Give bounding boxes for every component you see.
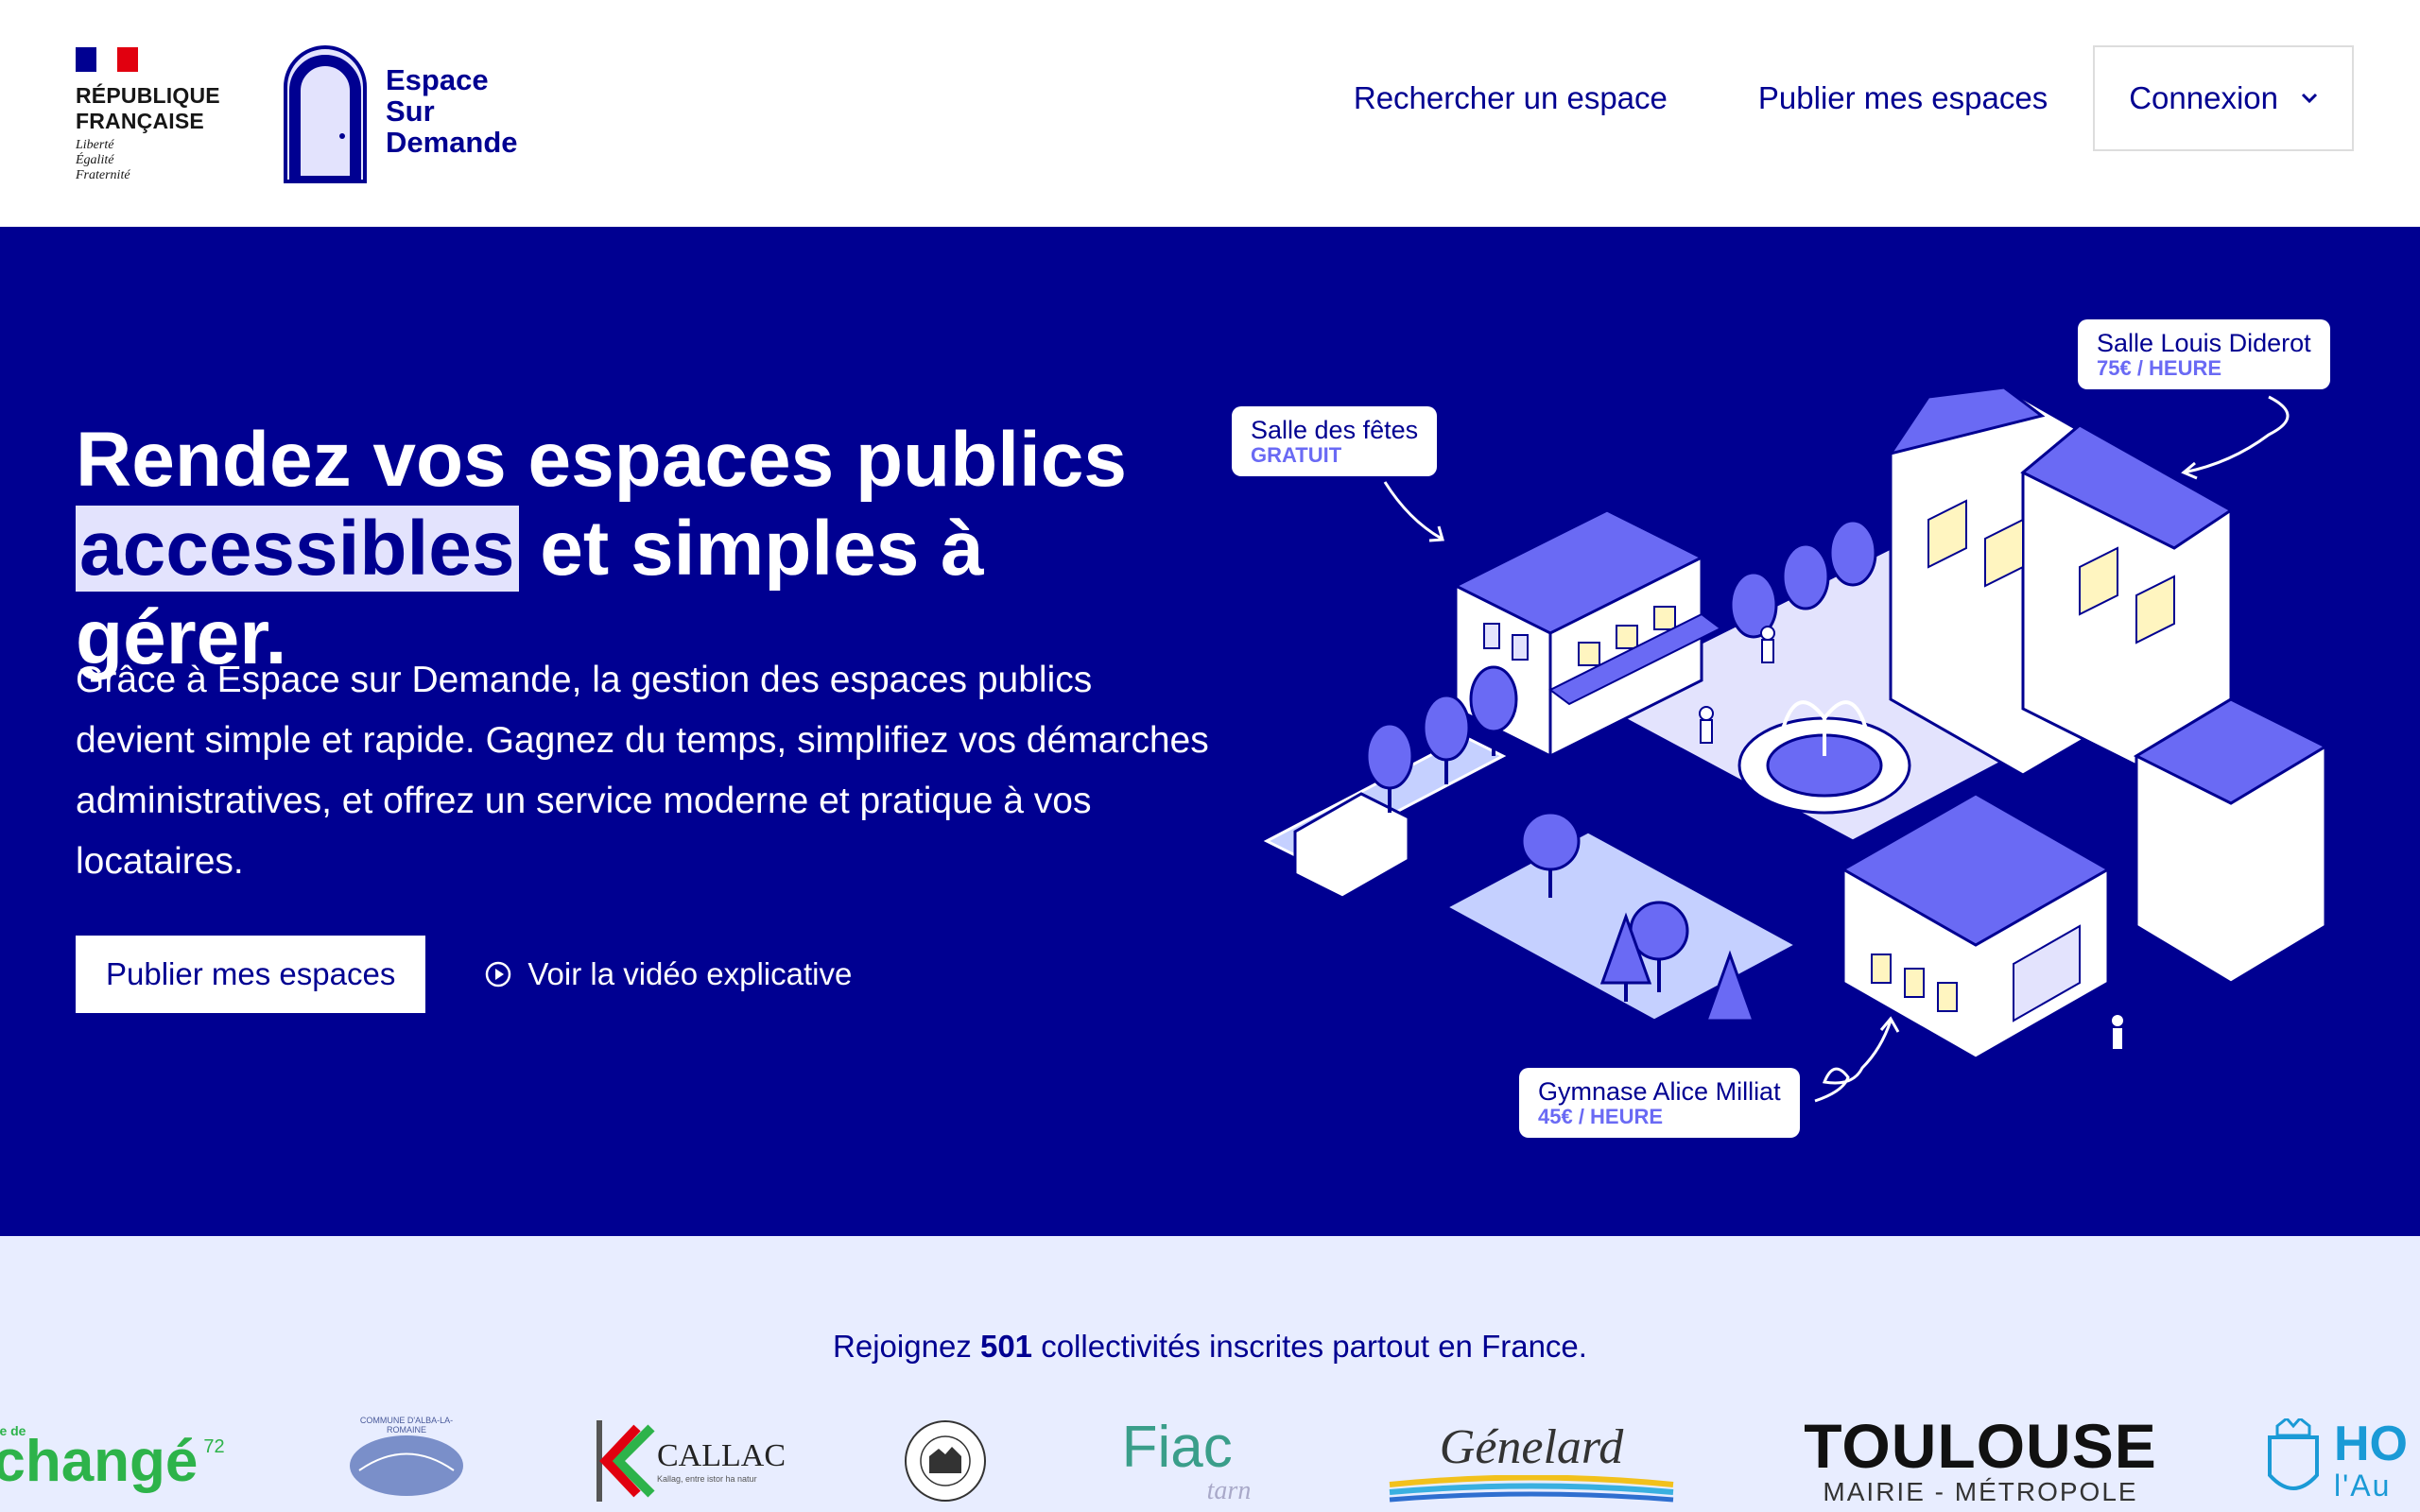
callout-name: Salle des fêtes: [1251, 416, 1419, 444]
logo-change-sup: 72: [203, 1435, 225, 1457]
republique-francaise-logo[interactable]: RÉPUBLIQUE FRANÇAISE Liberté Égalité Fra…: [76, 47, 227, 184]
chamelet-seal-icon: [905, 1420, 986, 1502]
join-text-before: Rejoignez: [833, 1329, 980, 1364]
town-illustration: Salle des fêtes GRATUIT Salle Louis Dide…: [1229, 302, 2363, 1191]
logo-hon-name: HO: [2334, 1416, 2408, 1471]
hero-title-line1: Rendez vos espaces publics: [76, 417, 1128, 503]
logo-callac: CALLAC Kallag, entre istor ha natur: [586, 1414, 794, 1508]
door-logo-icon: [284, 45, 367, 183]
brand-line3: Demande: [386, 126, 518, 159]
callout-price: GRATUIT: [1251, 443, 1342, 467]
collectivites-band: Rejoignez 501 collectivités inscrites pa…: [0, 1236, 2420, 1512]
logo-hon: HO l'Au: [2264, 1414, 2420, 1508]
logo-change-name: changé: [0, 1428, 199, 1494]
logo-change-title: ville de: [0, 1423, 26, 1438]
republique-title: RÉPUBLIQUE FRANÇAISE: [76, 83, 227, 134]
callac-chevrons-icon: [596, 1420, 655, 1502]
republique-line1: RÉPUBLIQUE: [76, 83, 220, 108]
callout-name: Gymnase Alice Milliat: [1538, 1077, 1781, 1106]
logo-chamelet: [898, 1414, 993, 1508]
chevron-down-icon: [2301, 93, 2318, 104]
login-button[interactable]: Connexion: [2093, 45, 2354, 151]
logo-fiac-sub: tarn: [1206, 1476, 1252, 1505]
hero-title-highlight: accessibles: [76, 506, 519, 592]
marianne-flag-icon: [76, 47, 138, 72]
site-header: RÉPUBLIQUE FRANÇAISE Liberté Égalité Fra…: [0, 0, 2420, 227]
partner-logos: ville de changé 72 COMMUNE D'ALBA-LA-ROM…: [0, 1406, 2420, 1512]
collectivites-count-text: Rejoignez 501 collectivités inscrites pa…: [0, 1329, 2420, 1365]
logo-alba-name: COMMUNE D'ALBA-LA-ROMAINE: [359, 1416, 454, 1435]
logo-alba-la-romaine: COMMUNE D'ALBA-LA-ROMAINE: [340, 1414, 473, 1508]
hero-description: Grâce à Espace sur Demande, la gestion d…: [76, 660, 1209, 882]
main-navigation: Rechercher un espace Publier mes espaces…: [1308, 45, 2354, 151]
logo-callac-sub: Kallag, entre istor ha natur: [657, 1474, 757, 1484]
logo-genelard-name: Génelard: [1439, 1419, 1624, 1474]
video-link[interactable]: Voir la vidéo explicative: [484, 956, 852, 992]
logo-fiac: Fiac tarn: [1097, 1414, 1276, 1508]
logo-hon-sub: l'Au: [2334, 1468, 2392, 1503]
logo-toulouse-name: TOULOUSE: [1804, 1411, 2157, 1481]
brand-line2: Sur: [386, 94, 435, 128]
logo-callac-name: CALLAC: [657, 1438, 786, 1473]
play-circle-icon: [486, 961, 511, 988]
espace-sur-demande-logo[interactable]: Espace Sur Demande: [282, 43, 518, 183]
genelard-waves-icon: [1389, 1474, 1674, 1502]
logo-change: ville de changé 72: [0, 1414, 236, 1508]
callout-salle-des-fetes[interactable]: Salle des fêtes GRATUIT: [1232, 406, 1438, 476]
callout-salle-louis-diderot[interactable]: Salle Louis Diderot 75€ / HEURE: [2078, 319, 2330, 389]
join-text-after: collectivités inscrites partout en Franc…: [1032, 1329, 1587, 1364]
republique-line2: FRANÇAISE: [76, 109, 204, 133]
collectivites-count: 501: [979, 1329, 1033, 1364]
logo-toulouse-sub: MAIRIE - MÉTROPOLE: [1823, 1477, 2138, 1506]
callout-price: 45€ / HEURE: [1538, 1105, 1664, 1128]
brand-line1: Espace: [386, 63, 489, 96]
hero-title: Rendez vos espaces publics accessibles e…: [76, 416, 1210, 682]
hero-actions: Publier mes espaces Voir la vidéo explic…: [76, 936, 852, 1013]
video-link-label: Voir la vidéo explicative: [527, 956, 853, 991]
nav-search-space[interactable]: Rechercher un espace: [1308, 80, 1713, 116]
logo-genelard: Génelard: [1380, 1414, 1683, 1508]
publish-spaces-button[interactable]: Publier mes espaces: [76, 936, 426, 1013]
callout-price: 75€ / HEURE: [2097, 356, 2222, 380]
logo-fiac-name: Fiac: [1121, 1415, 1233, 1480]
hon-coat-of-arms-icon: [2268, 1418, 2319, 1490]
callout-gymnase-alice-milliat[interactable]: Gymnase Alice Milliat 45€ / HEURE: [1519, 1068, 1800, 1138]
nav-publish-spaces[interactable]: Publier mes espaces: [1713, 80, 2093, 116]
motto-liberte: Liberté: [76, 138, 114, 152]
motto-egalite: Égalité: [76, 153, 114, 167]
motto-fraternite: Fraternité: [76, 168, 130, 182]
brand-name: Espace Sur Demande: [386, 64, 518, 158]
login-label: Connexion: [2129, 80, 2278, 115]
logo-toulouse: TOULOUSE MAIRIE - MÉTROPOLE: [1804, 1411, 2157, 1508]
republique-motto: Liberté Égalité Fraternité: [76, 138, 227, 183]
callout-name: Salle Louis Diderot: [2097, 329, 2311, 357]
hero-section: Rendez vos espaces publics accessibles e…: [0, 227, 2420, 1236]
